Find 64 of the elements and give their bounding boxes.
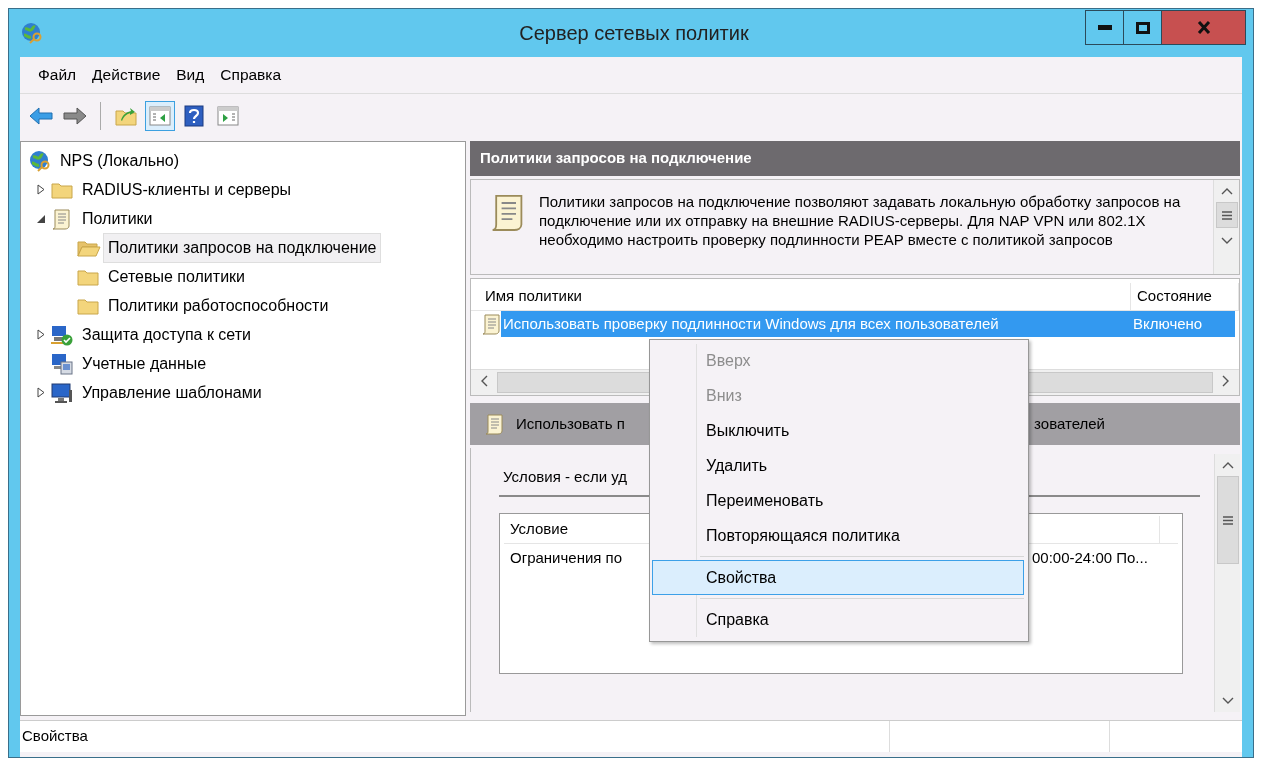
console-tree-icon [149, 106, 171, 126]
grip-icon [1222, 515, 1233, 525]
document-scroll-icon [51, 207, 71, 230]
folder-icon [77, 238, 101, 257]
menu-item[interactable]: Выключить [652, 413, 1024, 448]
monitor-icon [51, 381, 73, 404]
details-title: зователей [1034, 413, 1105, 434]
tree-item[interactable]: Учетные данные [77, 348, 212, 379]
tree-item[interactable]: Защита доступа к сети [77, 319, 256, 350]
tree-item[interactable]: Политики запросов на подключение [103, 232, 382, 263]
menu-item[interactable]: Свойства [652, 560, 1024, 595]
close-icon [1196, 21, 1211, 34]
table-cell-text: Ограничения по [509, 548, 624, 569]
forward-arrow-icon [63, 107, 87, 125]
tree-item[interactable]: Управление шаблонами [77, 377, 267, 408]
minimize-icon [1097, 24, 1112, 31]
menu-item[interactable]: Справка [652, 602, 1024, 637]
menu-item[interactable]: Вид [168, 63, 213, 87]
tree-item[interactable]: Политики [77, 203, 158, 234]
pane-header: Политики запросов на подключение [470, 141, 1240, 176]
scroll-down-icon[interactable] [1220, 237, 1233, 245]
details-title: Использовать п [516, 413, 625, 434]
scroll-up-icon[interactable] [1221, 461, 1234, 469]
tree-item[interactable]: RADIUS-клиенты и серверы [77, 174, 297, 205]
scroll-down-icon[interactable] [1221, 697, 1234, 705]
maximize-icon [1135, 21, 1150, 34]
menu-item[interactable]: Файл [30, 63, 85, 87]
help-icon [184, 105, 204, 127]
tree-item[interactable]: Сетевые политики [103, 261, 250, 292]
policy-icon [481, 313, 501, 335]
folder-up-icon [115, 106, 137, 126]
scroll-up-icon[interactable] [1220, 187, 1233, 195]
menu-item[interactable]: Повторяющаяся политика [652, 518, 1024, 553]
computers-icon [51, 352, 73, 375]
tree-item[interactable]: NPS (Локально) [55, 145, 185, 176]
menu-item[interactable]: Справка [212, 63, 290, 87]
close-button[interactable] [1162, 11, 1245, 44]
column-header[interactable]: Состояние [1131, 283, 1239, 310]
window-title: Сервер сетевых политик [519, 21, 749, 46]
column-header[interactable]: Имя политики [471, 283, 1131, 310]
action-pane-icon [217, 106, 239, 126]
app-icon [21, 22, 43, 44]
expand-triangle-icon[interactable] [37, 387, 45, 398]
expand-triangle-icon[interactable] [37, 329, 45, 340]
folder-icon [51, 180, 73, 199]
description-text: Политики запросов на подключение позволяют задавать локальную обработку запросов на подключение или их отправку на внешние RADIUS-серверы. Для NAP VPN или 802.1X необходимо настроить проверку подлинности PEAP вместе с политикой запросов [539, 192, 1182, 250]
column-header[interactable]: Условие [504, 515, 644, 543]
network-shield-icon [51, 323, 73, 346]
scrollbar-thumb[interactable] [1216, 476, 1239, 564]
scrollbar-thumb[interactable] [1215, 202, 1238, 228]
folder-icon [77, 267, 99, 286]
folder-icon [77, 296, 99, 315]
grip-icon [1221, 210, 1232, 220]
policy-status: Включено [1127, 311, 1235, 337]
back-arrow-icon [29, 107, 53, 125]
expand-triangle-icon[interactable] [37, 184, 45, 195]
tree-item[interactable]: Политики работоспособности [103, 290, 334, 321]
menu-item[interactable]: Действие [84, 63, 169, 87]
collapse-triangle-icon[interactable] [36, 213, 46, 224]
table-cell-text: 00:00-24:00 По... [1031, 548, 1148, 569]
scroll-left-icon[interactable] [480, 375, 488, 387]
policy-icon [484, 413, 504, 435]
status-text: Свойства [20, 721, 890, 752]
scroll-right-icon[interactable] [1222, 375, 1230, 387]
